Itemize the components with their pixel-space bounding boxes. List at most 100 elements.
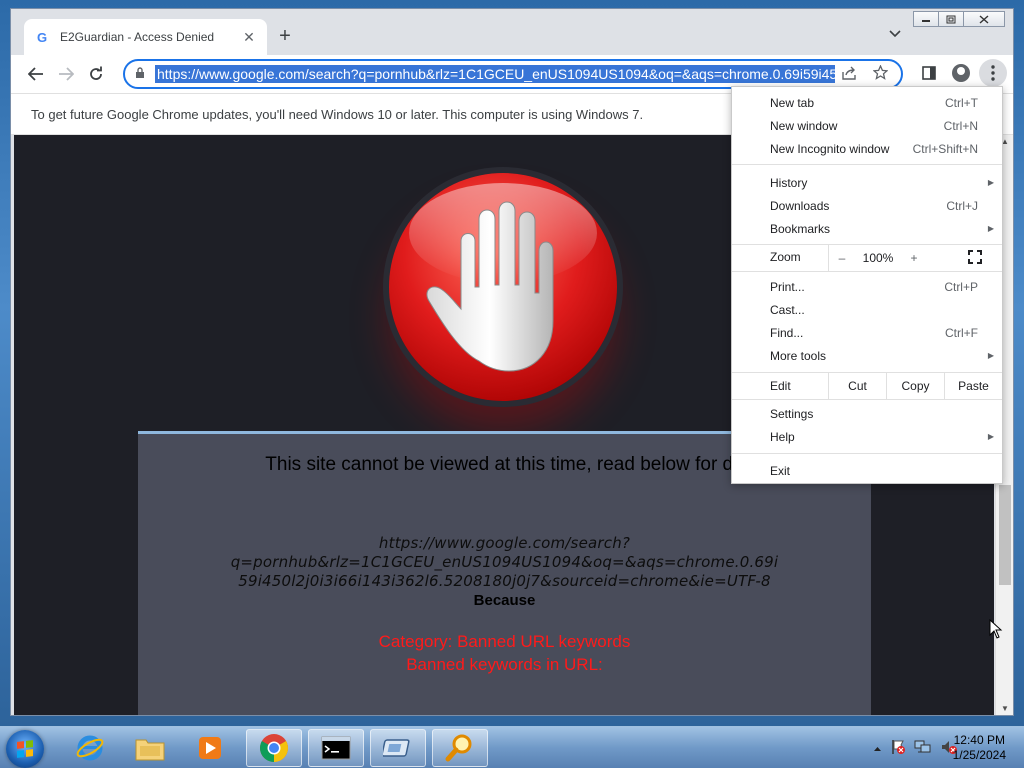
menu-history[interactable]: History ▶ [732, 171, 1002, 194]
menu-settings[interactable]: Settings [732, 402, 1002, 425]
taskbar-search-app[interactable] [432, 729, 488, 767]
windows-logo-icon [17, 740, 33, 758]
copy-button[interactable]: Copy [886, 373, 944, 399]
menu-label: New Incognito window [770, 141, 890, 156]
blocked-url-line-1: https://www.google.com/search?q=pornhub&… [230, 534, 779, 571]
menu-bookmarks[interactable]: Bookmarks ▶ [732, 217, 1002, 240]
action-center-flag-icon[interactable] [890, 739, 906, 758]
menu-shortcut: Ctrl+N [943, 118, 978, 133]
scrollbar-thumb[interactable] [999, 485, 1011, 585]
edit-label: Edit [770, 379, 791, 393]
cut-button[interactable]: Cut [828, 373, 886, 399]
scroll-down-arrow-icon[interactable]: ▼ [996, 704, 1014, 713]
menu-shortcut: Ctrl+T [945, 95, 978, 110]
menu-separator [732, 164, 1002, 165]
menu-more-tools[interactable]: More tools ▶ [732, 344, 1002, 367]
menu-label: Exit [770, 463, 791, 478]
tab-e2guardian[interactable]: G E2Guardian - Access Denied ✕ [24, 19, 267, 55]
menu-separator [732, 453, 1002, 454]
share-icon[interactable] [835, 66, 865, 83]
menu-label: History [770, 175, 808, 190]
system-tray [873, 739, 958, 758]
menu-label: Downloads [770, 198, 830, 213]
command-prompt-icon [321, 736, 351, 760]
clock-time: 12:40 PM [953, 733, 1005, 747]
taskbar-media-player[interactable] [182, 729, 238, 767]
tab-strip: G E2Guardian - Access Denied ✕ + [11, 9, 1013, 55]
back-arrow-icon [28, 67, 43, 81]
window-app-icon [383, 739, 410, 757]
minimize-button[interactable] [913, 11, 939, 27]
menu-zoom-row: Zoom – 100% + [732, 245, 1002, 271]
tab-search-chevron-icon[interactable] [889, 27, 901, 41]
menu-shortcut: Ctrl+P [944, 279, 978, 294]
block-reason: Category: Banned URL keywords Banned key… [138, 630, 871, 676]
back-button[interactable] [21, 59, 51, 89]
bookmark-star-icon[interactable] [865, 64, 895, 83]
lock-icon[interactable] [135, 66, 149, 82]
taskbar-explorer[interactable] [122, 729, 178, 767]
zoom-in-button[interactable]: + [901, 245, 927, 271]
menu-new-incognito[interactable]: New Incognito window Ctrl+Shift+N [732, 137, 1002, 160]
forward-arrow-icon [59, 67, 74, 81]
menu-label: Print... [770, 279, 805, 294]
reload-button[interactable] [81, 59, 111, 89]
google-favicon-icon: G [36, 29, 48, 45]
menu-shortcut: Ctrl+F [945, 325, 978, 340]
chrome-icon [260, 734, 288, 762]
menu-new-tab[interactable]: New tab Ctrl+T [732, 91, 1002, 114]
url-text[interactable]: https://www.google.com/search?q=pornhub&… [155, 65, 835, 83]
side-panel-icon [922, 66, 936, 80]
zoom-controls: – 100% + [828, 245, 974, 271]
close-window-button[interactable] [963, 11, 1005, 27]
chrome-menu-button[interactable] [979, 59, 1007, 87]
blocked-url-line-2: 59i450l2j0i3i66i143i362l6.5208180j0j7&so… [238, 572, 771, 590]
menu-label: Bookmarks [770, 221, 831, 236]
taskbar-internet-explorer[interactable] [62, 729, 118, 767]
infobar-text: To get future Google Chrome updates, you… [31, 106, 644, 122]
taskbar: 12:40 PM 1/25/2024 [0, 726, 1024, 768]
show-hidden-icons-arrow-icon[interactable] [873, 743, 882, 755]
media-player-icon [199, 737, 221, 759]
taskbar-clock[interactable]: 12:40 PM 1/25/2024 [953, 733, 1006, 763]
menu-new-window[interactable]: New window Ctrl+N [732, 114, 1002, 137]
taskbar-command-prompt[interactable] [308, 729, 364, 767]
forward-button[interactable] [51, 59, 81, 89]
menu-print[interactable]: Print... Ctrl+P [732, 275, 1002, 298]
menu-find[interactable]: Find... Ctrl+F [732, 321, 1002, 344]
submenu-arrow-icon: ▶ [987, 178, 994, 187]
submenu-arrow-icon: ▶ [987, 351, 994, 360]
side-panel-button[interactable] [915, 59, 943, 87]
start-button[interactable] [6, 730, 44, 768]
menu-cast[interactable]: Cast... [732, 298, 1002, 321]
menu-label: Settings [770, 406, 814, 421]
reason-category: Category: Banned URL keywords [378, 632, 631, 651]
mouse-cursor-icon [989, 619, 1003, 639]
zoom-level: 100% [862, 251, 894, 265]
avatar-icon [952, 64, 970, 82]
menu-label: New tab [770, 95, 815, 110]
zoom-out-button[interactable]: – [829, 245, 855, 271]
taskbar-chrome[interactable] [246, 729, 302, 767]
paste-button[interactable]: Paste [944, 373, 1002, 399]
restore-button[interactable] [938, 11, 964, 27]
toolbar-right [915, 59, 1007, 87]
new-tab-button[interactable]: + [273, 25, 297, 49]
submenu-arrow-icon: ▶ [987, 432, 994, 441]
menu-help[interactable]: Help ▶ [732, 425, 1002, 448]
menu-shortcut: Ctrl+J [946, 198, 978, 213]
taskbar-virtual-app[interactable] [370, 729, 426, 767]
chrome-menu: New tab Ctrl+T New window Ctrl+N New Incog… [731, 86, 1003, 484]
internet-explorer-icon [76, 735, 104, 761]
hand-shape [426, 201, 554, 372]
menu-downloads[interactable]: Downloads Ctrl+J [732, 194, 1002, 217]
blocked-url: https://www.google.com/search?q=pornhub&… [138, 534, 871, 591]
clock-date: 1/25/2024 [952, 748, 1006, 762]
profile-button[interactable] [947, 59, 975, 87]
network-icon[interactable] [914, 739, 932, 758]
menu-label: More tools [770, 348, 827, 363]
address-bar[interactable]: https://www.google.com/search?q=pornhub&… [123, 59, 903, 89]
fullscreen-icon[interactable] [968, 250, 982, 264]
menu-exit[interactable]: Exit [732, 459, 1002, 482]
tab-close-icon[interactable]: ✕ [241, 29, 257, 46]
